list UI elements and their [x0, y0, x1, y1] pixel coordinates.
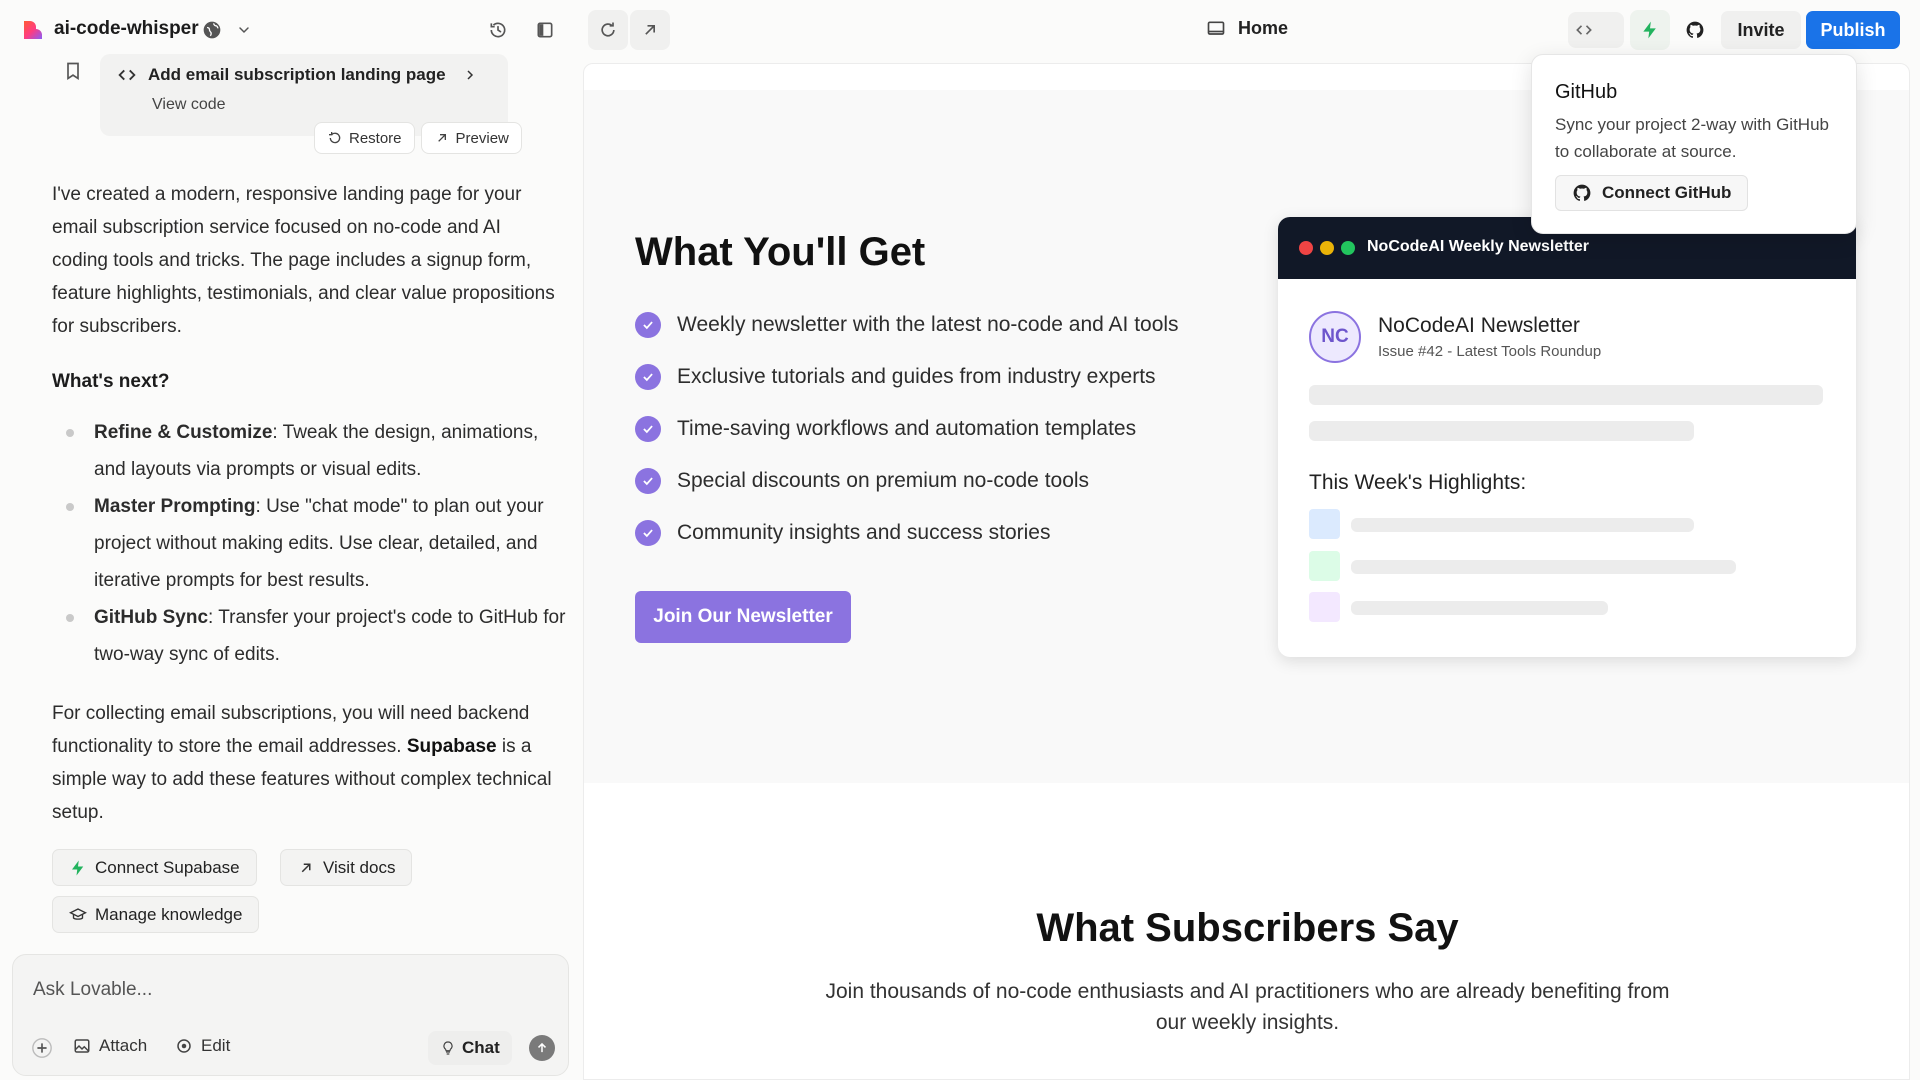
skeleton-line	[1309, 385, 1823, 405]
highlights-title: This Week's Highlights:	[1309, 471, 1527, 494]
list-item: Master Prompting: Use "chat mode" to pla…	[52, 488, 567, 599]
newsletter-issue: Issue #42 - Latest Tools Roundup	[1378, 343, 1602, 360]
list-item: Exclusive tutorials and guides from indu…	[635, 351, 1179, 403]
history-icon	[490, 22, 506, 38]
skeleton-line	[1351, 518, 1694, 532]
graduation-cap-icon	[69, 907, 87, 920]
route-label: Home	[1238, 18, 1289, 38]
supabase-paragraph: For collecting email subscriptions, you …	[52, 703, 552, 823]
check-icon	[635, 312, 661, 338]
code-icon	[118, 69, 136, 81]
open-external-button[interactable]	[630, 10, 670, 50]
code-icon[interactable]	[1574, 20, 1594, 40]
view-code-link[interactable]: View code	[152, 96, 226, 114]
list-item: Weekly newsletter with the latest no-cod…	[635, 299, 1179, 351]
check-icon	[635, 364, 661, 390]
features-list: Weekly newsletter with the latest no-cod…	[635, 299, 1179, 559]
preview-button[interactable]: Preview	[420, 122, 522, 154]
composer: Ask Lovable... Attach Edit Chat	[12, 954, 569, 1076]
manage-knowledge-button[interactable]: Manage knowledge	[52, 896, 260, 933]
features-title: What You'll Get	[635, 230, 926, 274]
chat-mode-button[interactable]: Chat	[428, 1031, 512, 1065]
newsletter-preview-card: NoCodeAI Weekly Newsletter NC NoCodeAI N…	[1278, 217, 1856, 657]
arrow-up-right-icon	[645, 25, 655, 35]
skeleton-line	[1309, 421, 1694, 441]
arrow-up-icon	[537, 1042, 547, 1053]
plus-icon[interactable]	[31, 1037, 53, 1059]
connect-github-button[interactable]: Connect GitHub	[1555, 175, 1749, 211]
github-icon	[1686, 21, 1704, 38]
github-button[interactable]	[1675, 10, 1715, 50]
github-icon	[1573, 184, 1591, 201]
list-item: GitHub Sync: Transfer your project's cod…	[52, 599, 567, 673]
code-toggle-group	[1568, 12, 1624, 48]
connect-supabase-button[interactable]: Connect Supabase	[52, 849, 257, 886]
invite-button[interactable]: Invite	[1721, 11, 1801, 49]
chat-intro: I've created a modern, responsive landin…	[52, 184, 555, 337]
popover-title: GitHub	[1555, 81, 1618, 103]
skeleton-line	[1351, 560, 1736, 574]
toggle-sidebar-button[interactable]	[525, 10, 565, 50]
card-window-title: NoCodeAI Weekly Newsletter	[1367, 238, 1589, 255]
supabase-button[interactable]	[1630, 10, 1670, 50]
chevron-down-icon[interactable]	[236, 22, 252, 38]
restore-icon	[329, 132, 341, 144]
publish-button[interactable]: Publish	[1806, 11, 1900, 49]
chevron-right-icon[interactable]	[462, 67, 478, 83]
list-item: Special discounts on premium no-code too…	[635, 455, 1179, 507]
popover-description: Sync your project 2-way with GitHub to c…	[1555, 115, 1829, 161]
window-close-dot	[1299, 241, 1313, 255]
list-item: Refine & Customize: Tweak the design, an…	[52, 414, 567, 488]
send-button[interactable]	[529, 1035, 555, 1061]
arrow-up-right-icon	[437, 134, 446, 142]
lightning-icon	[1643, 21, 1656, 39]
version-title: Add email subscription landing page	[148, 65, 446, 84]
project-name[interactable]: ai-code-whisper	[54, 18, 199, 40]
highlight-swatch-blue	[1309, 509, 1340, 539]
check-icon	[635, 468, 661, 494]
join-newsletter-button[interactable]: Join Our Newsletter	[635, 591, 851, 643]
next-steps-list: Refine & Customize: Tweak the design, an…	[52, 414, 567, 673]
list-item: Time-saving workflows and automation tem…	[635, 403, 1179, 455]
list-item: Community insights and success stories	[635, 507, 1179, 559]
attach-button[interactable]: Attach	[73, 1036, 147, 1056]
bookmark-icon[interactable]	[63, 60, 83, 82]
highlight-swatch-green	[1309, 551, 1340, 581]
restore-button[interactable]: Restore	[314, 122, 415, 154]
check-icon	[635, 416, 661, 442]
chat-panel: Add email subscription landing page View…	[0, 54, 580, 1080]
newsletter-avatar: NC	[1309, 311, 1361, 363]
arrow-up-right-icon	[301, 863, 311, 872]
version-actions: Restore Preview	[314, 122, 522, 154]
github-popover: GitHub Sync your project 2-way with GitH…	[1531, 54, 1857, 234]
highlight-swatch-purple	[1309, 592, 1340, 622]
top-bar: ai-code-whisper Home Invite Publish	[0, 0, 1920, 60]
route-selector[interactable]: Home	[1206, 18, 1288, 39]
image-icon	[74, 1039, 90, 1053]
visit-docs-button[interactable]: Visit docs	[280, 849, 413, 886]
next-heading: What's next?	[52, 371, 170, 392]
edit-button[interactable]: Edit	[175, 1036, 230, 1056]
sidebar-icon	[537, 22, 553, 38]
target-icon	[177, 1039, 191, 1053]
check-icon	[635, 520, 661, 546]
window-maximize-dot	[1341, 241, 1355, 255]
refresh-button[interactable]	[588, 10, 628, 50]
monitor-icon	[1207, 21, 1225, 35]
history-button[interactable]	[478, 10, 518, 50]
window-minimize-dot	[1320, 241, 1334, 255]
globe-icon[interactable]	[202, 20, 222, 40]
refresh-icon	[601, 22, 615, 37]
testimonials-subtitle: Join thousands of no-code enthusiasts an…	[825, 980, 1670, 1034]
skeleton-line	[1351, 601, 1608, 615]
lightbulb-icon	[443, 1041, 453, 1055]
newsletter-name: NoCodeAI Newsletter	[1378, 314, 1580, 337]
testimonials-title: What Subscribers Say	[1036, 906, 1459, 950]
lovable-logo-icon[interactable]	[20, 18, 44, 42]
ask-input[interactable]: Ask Lovable...	[33, 979, 543, 1001]
lightning-icon	[72, 860, 84, 875]
